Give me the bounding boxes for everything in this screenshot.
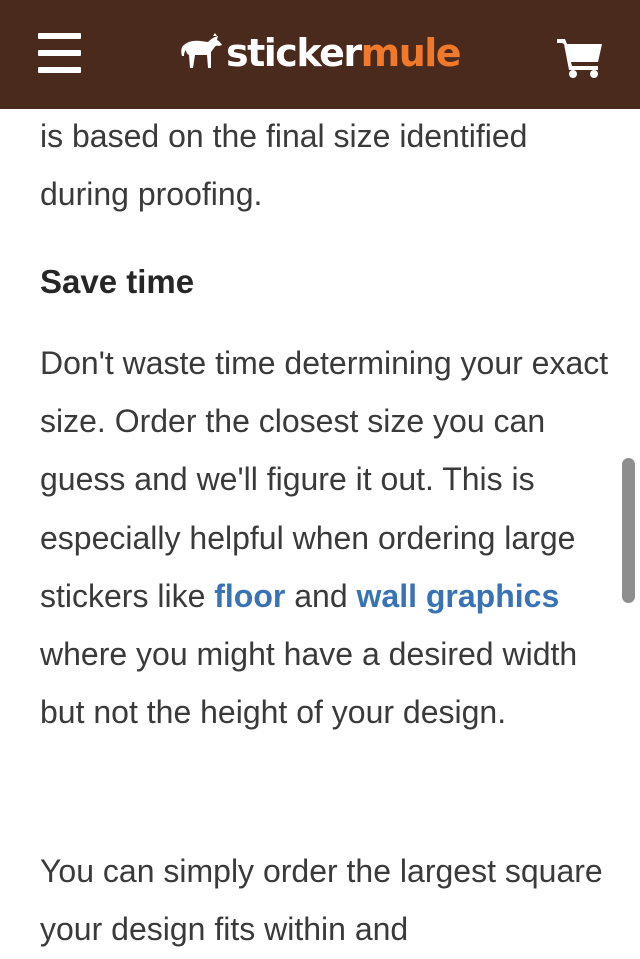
- wall-graphics-link[interactable]: wall graphics: [357, 578, 560, 614]
- shopping-cart-icon: [557, 39, 602, 78]
- hamburger-menu-icon: [38, 33, 81, 39]
- save-time-paragraph: Don't waste time determining your exact …: [40, 334, 610, 741]
- section-heading: Save time: [40, 263, 195, 300]
- logo-wordmark: stickermule: [226, 28, 462, 78]
- hamburger-menu-icon-bar: [38, 50, 81, 56]
- intro-paragraph: is based on the final size identified du…: [40, 118, 528, 213]
- scrollbar-thumb[interactable]: [622, 458, 635, 603]
- site-header: stickermule: [0, 0, 640, 109]
- logo-text-mule: mule: [360, 31, 462, 75]
- sticker-mule-logo[interactable]: stickermule: [180, 28, 462, 78]
- hamburger-menu-icon-bar: [38, 67, 81, 73]
- menu-button[interactable]: [38, 33, 81, 75]
- floor-link[interactable]: floor: [214, 578, 285, 614]
- closing-paragraph: You can simply order the largest square …: [40, 853, 603, 948]
- paragraph-text-cont: where you might have a desired width but…: [40, 636, 578, 731]
- cart-button[interactable]: [556, 36, 604, 78]
- paragraph-text-and: and: [294, 577, 348, 614]
- paragraph-text: Don't waste time determining your exact …: [40, 345, 609, 614]
- logo-text-sticker: sticker: [226, 31, 362, 75]
- mule-logo-icon: [181, 33, 222, 68]
